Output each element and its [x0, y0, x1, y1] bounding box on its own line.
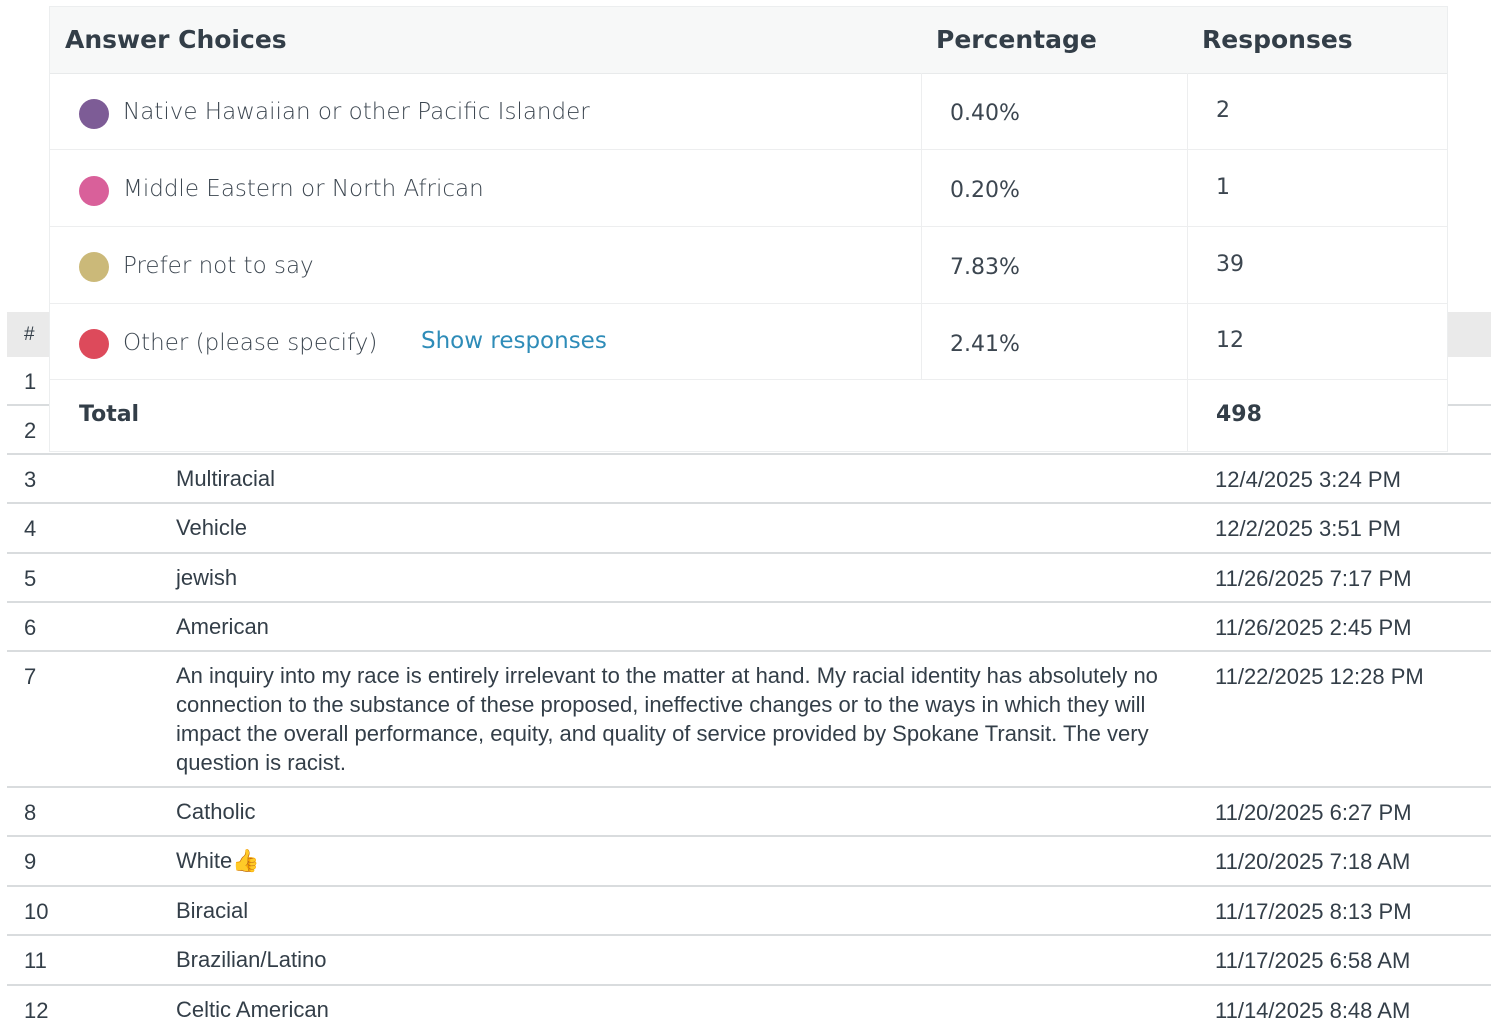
total-label: Total: [79, 402, 140, 427]
row-number: 8: [24, 800, 37, 825]
responses-header: Responses: [1202, 25, 1353, 54]
row-number: 9: [24, 849, 37, 874]
response-date: 11/20/2025 6:27 PM: [1215, 800, 1412, 825]
response-date: 12/2/2025 3:51 PM: [1215, 516, 1401, 541]
table-row: 3 Multiracial 12/4/2025 3:24 PM: [7, 455, 1491, 504]
answer-row: Other (please specify) Show responses 2.…: [50, 303, 1447, 380]
legend-dot: [79, 252, 109, 282]
answer-label: Prefer not to say: [123, 253, 314, 279]
percentage-header: Percentage: [936, 25, 1097, 54]
response-date: 11/14/2025 8:48 AM: [1215, 998, 1411, 1023]
table-row: 6 American 11/26/2025 2:45 PM: [7, 603, 1491, 652]
answer-count: 39: [1216, 252, 1244, 277]
answer-label: Middle Eastern or North African: [123, 176, 484, 202]
response-text: Biracial: [176, 898, 249, 923]
response-text: An inquiry into my race is entirely irre…: [176, 663, 1158, 775]
response-date: 11/26/2025 7:17 PM: [1215, 566, 1412, 591]
header-num: #: [24, 324, 35, 345]
table-row: 7 An inquiry into my race is entirely ir…: [7, 652, 1491, 788]
row-number: 2: [24, 418, 37, 443]
row-number: 12: [24, 998, 49, 1023]
response-text: American: [176, 614, 269, 639]
table-row: 11 Brazilian/Latino 11/17/2025 6:58 AM: [7, 936, 1491, 986]
table-row: 4 Vehicle 12/2/2025 3:51 PM: [7, 504, 1491, 554]
answer-count: 12: [1216, 328, 1244, 353]
answer-row: Native Hawaiian or other Pacific Islande…: [50, 73, 1447, 150]
row-number: 4: [24, 516, 37, 541]
response-date: 11/20/2025 7:18 AM: [1215, 849, 1411, 874]
row-number: 3: [24, 467, 37, 492]
answer-row: Middle Eastern or North African 0.20% 1: [50, 150, 1447, 227]
response-text: Brazilian/Latino: [176, 947, 327, 972]
answer-row: Prefer not to say 7.83% 39: [50, 227, 1447, 304]
response-text: Catholic: [176, 799, 256, 824]
table-row: 10 Biracial 11/17/2025 8:13 PM: [7, 887, 1491, 936]
table-row: 8 Catholic 11/20/2025 6:27 PM: [7, 788, 1491, 837]
row-number: 5: [24, 566, 37, 591]
response-date: 11/22/2025 12:28 PM: [1215, 664, 1424, 689]
row-number: 11: [24, 948, 47, 973]
row-number: 6: [24, 615, 37, 640]
response-text: jewish: [176, 565, 238, 590]
response-date: 11/26/2025 2:45 PM: [1215, 615, 1412, 640]
legend-dot: [79, 99, 109, 129]
show-responses-link[interactable]: Show responses: [421, 328, 607, 354]
response-date: 11/17/2025 6:58 AM: [1215, 948, 1411, 973]
row-number: 10: [24, 899, 49, 924]
table-row: 12 Celtic American 11/14/2025 8:48 AM: [7, 986, 1491, 1029]
row-number: 7: [24, 664, 37, 689]
answer-label: Other (please specify): [123, 330, 378, 356]
answer-count: 2: [1216, 98, 1230, 123]
response-text: Multiracial: [176, 466, 276, 491]
answer-label: Native Hawaiian or other Pacific Islande…: [123, 99, 590, 125]
legend-dot: [79, 329, 109, 359]
response-text: Celtic American: [176, 997, 329, 1022]
total-value: 498: [1216, 402, 1262, 427]
table-row: 5 jewish 11/26/2025 7:17 PM: [7, 554, 1491, 603]
table-row: 9 White👍 11/20/2025 7:18 AM: [7, 837, 1491, 887]
row-number: 1: [24, 369, 37, 394]
answer-choices-header: Answer Choices: [65, 25, 287, 54]
answer-count: 1: [1216, 175, 1230, 200]
response-text: White👍: [176, 848, 260, 873]
response-date: 11/17/2025 8:13 PM: [1215, 899, 1412, 924]
legend-dot: [79, 176, 109, 206]
answer-summary-table: Answer Choices Percentage Responses Nati…: [50, 7, 1447, 451]
summary-header: Answer Choices Percentage Responses: [50, 7, 1447, 74]
answer-percentage: 0.20%: [950, 178, 1020, 203]
answer-percentage: 0.40%: [950, 101, 1020, 126]
answer-percentage: 2.41%: [950, 332, 1020, 357]
response-date: 12/4/2025 3:24 PM: [1215, 467, 1401, 492]
response-text: Vehicle: [176, 515, 247, 540]
answer-percentage: 7.83%: [950, 255, 1020, 280]
